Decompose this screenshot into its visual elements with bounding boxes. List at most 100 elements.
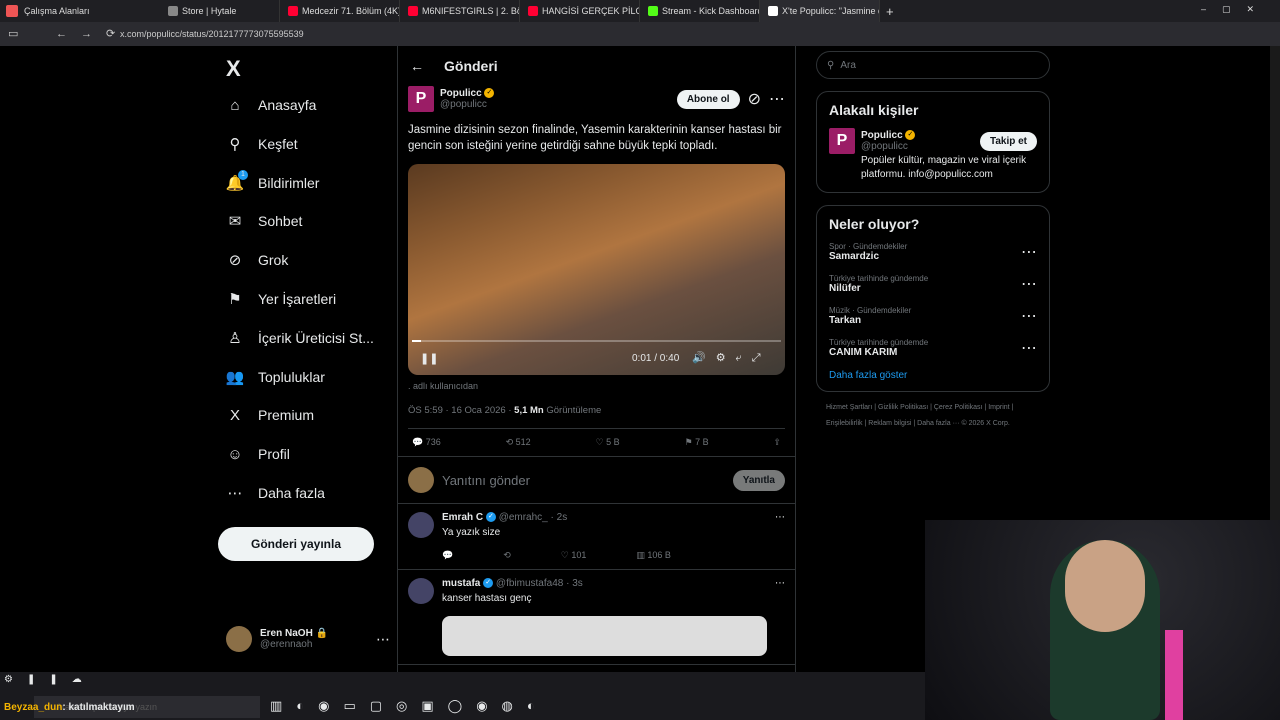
- taskbar: ⚙❚❚☁ Beyzaa_dun: katılmaktayım Aramak iç…: [0, 672, 925, 720]
- sidebar-item-6[interactable]: ♙ İçerik Üreticisi St...: [226, 329, 374, 347]
- tab-favicon-icon: [288, 6, 298, 16]
- trend-item[interactable]: Spor · Gündemdekiler Samardzic ⋯: [829, 242, 1037, 262]
- sidebar-item-label: Sohbet: [258, 213, 303, 230]
- back-arrow-icon[interactable]: ←: [410, 58, 424, 74]
- status-icons: ⚙❚❚☁: [4, 674, 96, 685]
- browser-tab[interactable]: Medcezir 71. Bölüm (4K) - Y: [280, 0, 400, 22]
- sidebar-item-label: Premium: [258, 407, 315, 424]
- sidebar-item-label: Bildirimler: [258, 174, 320, 191]
- trend-item[interactable]: Türkiye tarihinde gündemde CANIM KARIM ⋯: [829, 338, 1037, 358]
- populicc-avatar[interactable]: P: [829, 128, 855, 154]
- browser-tab[interactable]: Store | Hytale: [160, 0, 280, 22]
- x-logo-icon[interactable]: X: [226, 56, 241, 82]
- more-icon[interactable]: ⋯: [775, 512, 785, 561]
- comment[interactable]: mustafa ✓ @fbimustafa48 · 3s kanser hasta…: [398, 570, 795, 665]
- reply-composer: Yanıtını gönder Yanıtla: [398, 457, 795, 504]
- tab-label: Medcezir 71. Bölüm (4K) - Y: [302, 6, 400, 16]
- view-count: 5,1 Mn: [514, 405, 544, 416]
- more-icon[interactable]: ⋯: [1021, 338, 1037, 358]
- timestamp[interactable]: ÖS 5:59 · 16 Oca 2026 ·: [408, 405, 514, 416]
- pause-icon[interactable]: ❚❚: [420, 352, 438, 365]
- like-count: 101: [571, 550, 587, 560]
- trend-name: Samardzic: [829, 251, 880, 262]
- trend-name: Tarkan: [829, 315, 862, 326]
- more-icon[interactable]: ⋯: [376, 631, 390, 648]
- bookmark-action[interactable]: ⚑ 7 B: [685, 437, 709, 448]
- more-icon[interactable]: ⋯: [1021, 274, 1037, 294]
- scrollbar[interactable]: [1270, 46, 1280, 520]
- trend-category: Müzik · Gündemdekiler: [829, 306, 912, 315]
- tab-favicon-icon: [648, 6, 658, 16]
- sidebar-toggle-icon[interactable]: ▭: [8, 27, 18, 40]
- sidebar-icon: ⚑: [228, 291, 242, 308]
- account-switcher[interactable]: Eren NaOH 🔒 @erennaoh ⋯: [226, 626, 390, 652]
- video-progress-fill: [412, 340, 422, 342]
- video-player[interactable]: ❚❚ 0:01 / 0:40 🔊⚙⤶⤢: [408, 164, 785, 375]
- nav-arrows[interactable]: ←→⟳: [56, 27, 129, 40]
- more-icon[interactable]: ⋯: [1021, 242, 1037, 262]
- sidebar-item-9[interactable]: ☺ Profil: [226, 445, 290, 463]
- like-action[interactable]: ♡ 5 B: [596, 437, 620, 448]
- sidebar-item-10[interactable]: ⋯ Daha fazla: [226, 484, 325, 502]
- taskbar-app-icons[interactable]: ▥◐◉▭▢◎▣◯◉◍◐: [270, 698, 549, 714]
- url-text[interactable]: x.com/populicc/status/201217777307559553…: [120, 29, 304, 39]
- post-button[interactable]: Gönderi yayınla: [218, 527, 374, 561]
- sidebar-item-8[interactable]: X Premium: [226, 406, 314, 424]
- browser-tab[interactable]: M6NIFESTGIRLS | 2. Bölüm: [400, 0, 520, 22]
- comment-media[interactable]: [442, 616, 767, 656]
- reply-icon[interactable]: 💬: [442, 550, 453, 561]
- like-action[interactable]: ♡ 101: [561, 550, 587, 561]
- share-icon[interactable]: ⇪: [773, 437, 781, 448]
- workspaces[interactable]: Çalışma Alanları: [0, 5, 160, 17]
- repost-icon[interactable]: ⟲: [503, 550, 511, 561]
- chat-overlay: Beyzaa_dun: katılmaktayım: [4, 702, 135, 713]
- search-input[interactable]: ⚲ Ara: [816, 51, 1050, 79]
- views-action[interactable]: ▥ 106 B: [636, 550, 671, 561]
- avatar: [226, 626, 252, 652]
- trend-item[interactable]: Türkiye tarihinde gündemde Nilüfer ⋯: [829, 274, 1037, 294]
- more-icon[interactable]: ⋯: [775, 578, 785, 656]
- search-icon: ⚲: [827, 59, 835, 71]
- sidebar-item-1[interactable]: ⚲ Keşfet: [226, 135, 298, 153]
- reply-input[interactable]: Yanıtını gönder: [442, 473, 725, 488]
- subscribe-button[interactable]: Abone ol: [676, 89, 740, 109]
- tab-label: HANGİSİ GERÇEK PİLOT?! ft: [542, 6, 639, 16]
- comment-author[interactable]: mustafa: [442, 578, 480, 589]
- sidebar-item-7[interactable]: 👥 Topluluklar: [226, 368, 325, 386]
- sidebar-icon: ☺: [227, 445, 243, 463]
- browser-tab[interactable]: HANGİSİ GERÇEK PİLOT?! ft: [520, 0, 640, 22]
- sidebar-item-2[interactable]: 🔔 Bildirimler 1: [226, 169, 320, 192]
- browser-tab[interactable]: X'te Populicc: "Jasmine dizi: [760, 0, 880, 22]
- repost-action[interactable]: ⟲ 512: [506, 437, 531, 448]
- chat-text: : katılmaktayım: [62, 702, 135, 713]
- footer-links[interactable]: Hizmet Şartları | Gizlilik Politikası | …: [816, 400, 1050, 432]
- show-more-link[interactable]: Daha fazla göster: [829, 370, 1037, 381]
- comment[interactable]: Emrah C ✓ @emrahc_ · 2s Ya yazık size 💬 ⟲ ♡ …: [398, 504, 795, 570]
- reply-button[interactable]: Yanıtla: [732, 469, 785, 491]
- follow-button[interactable]: Takip et: [979, 131, 1037, 151]
- verified-badge-icon: ✓: [485, 512, 496, 523]
- more-icon[interactable]: ⋯: [769, 89, 785, 109]
- comment-author[interactable]: Emrah C: [442, 512, 483, 523]
- tweet-handle[interactable]: @populicc: [440, 99, 494, 110]
- sidebar-item-5[interactable]: ⚑ Yer İşaretleri: [226, 290, 336, 308]
- sidebar-icon: ⊘: [228, 252, 242, 270]
- sidebar-item-0[interactable]: ⌂ Anasayfa: [226, 96, 316, 114]
- video-time: 0:01 / 0:40: [632, 353, 680, 364]
- window-controls[interactable]: –▢✕: [1201, 4, 1270, 15]
- trend-item[interactable]: Müzik · Gündemdekiler Tarkan ⋯: [829, 306, 1037, 326]
- user-name: Eren NaOH 🔒: [260, 628, 329, 639]
- video-progress-track[interactable]: [412, 340, 781, 342]
- sidebar-item-3[interactable]: ✉ Sohbet: [226, 212, 303, 230]
- populicc-avatar[interactable]: P: [408, 86, 434, 112]
- main-column: ← Gönderi P Populicc ✓ @populicc Abone o…: [397, 46, 796, 672]
- browser-tab[interactable]: Stream - Kick Dashboard: [640, 0, 760, 22]
- grok-icon[interactable]: ⊘: [748, 89, 761, 109]
- sidebar-item-4[interactable]: ⊘ Grok: [226, 251, 289, 270]
- new-tab-icon[interactable]: +: [886, 4, 894, 19]
- tweet-author[interactable]: Populicc: [440, 88, 482, 99]
- video-controls-icons[interactable]: 🔊⚙⤶⤢: [692, 351, 771, 365]
- reply-action[interactable]: 💬 736: [412, 437, 441, 448]
- more-icon[interactable]: ⋯: [1021, 306, 1037, 326]
- related-name[interactable]: Populicc: [861, 130, 903, 141]
